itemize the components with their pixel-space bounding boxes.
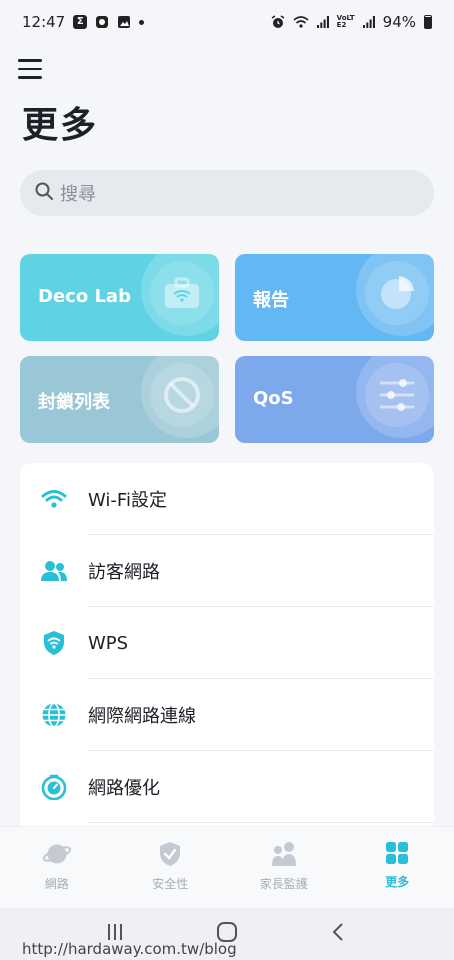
row-icon-wrap	[20, 560, 88, 582]
grid-icon	[386, 842, 409, 864]
card-label: 封鎖列表	[38, 392, 110, 413]
shield-check-icon	[160, 842, 181, 866]
nav-security[interactable]: 安全性	[114, 827, 228, 908]
card-label: QoS	[253, 388, 294, 409]
status-bar: 12:47 Σ VoLTE2 94%	[0, 0, 454, 44]
wifi-status-icon	[293, 15, 309, 29]
divider	[88, 822, 434, 823]
list-item-label: 訪客網路	[88, 562, 160, 583]
nav-parental-control[interactable]: 家長監護	[227, 827, 341, 908]
more-notifications-icon	[139, 19, 145, 25]
card-decoration	[141, 356, 219, 438]
sliders-icon	[379, 379, 415, 411]
gallery-app-icon	[117, 15, 131, 29]
row-icon-wrap	[20, 702, 88, 728]
status-right: VoLTE2 94%	[271, 13, 432, 31]
card-decoration-inner	[365, 261, 429, 325]
battery-icon	[424, 15, 432, 29]
card-label: Deco Lab	[38, 286, 131, 307]
search-icon	[34, 181, 54, 205]
list-item-label: 網路優化	[88, 778, 160, 799]
list-item-label: WPS	[88, 632, 129, 654]
bottom-nav: 網路 安全性 家長監護 更多	[0, 826, 454, 908]
battery-percent: 94%	[382, 13, 416, 31]
nav-label: 網路	[44, 877, 69, 891]
chat-app-icon	[95, 15, 109, 29]
menu-icon[interactable]	[18, 56, 44, 82]
card-label: 報告	[253, 290, 289, 311]
card-decoration	[141, 254, 219, 336]
watermark: http://hardaway.com.tw/blog	[22, 940, 237, 958]
nav-label: 安全性	[152, 877, 189, 891]
card-blocklist[interactable]: 封鎖列表	[20, 356, 219, 443]
signal-icon	[316, 16, 329, 28]
briefcase-icon	[165, 277, 199, 308]
back-icon[interactable]	[329, 922, 349, 946]
list-item-wifi-settings[interactable]: Wi-Fi設定	[20, 463, 434, 535]
settings-list: Wi-Fi設定 訪客網路 WPS 網際網路連線 網路優化	[20, 463, 434, 833]
wps-shield-icon	[44, 631, 64, 655]
search-placeholder: 搜尋	[60, 184, 96, 205]
list-item-label: Wi-Fi設定	[88, 490, 167, 511]
nav-label: 家長監護	[259, 877, 308, 891]
network-type-label: VoLTE2	[336, 14, 355, 29]
family-icon	[271, 842, 296, 866]
card-report[interactable]: 報告	[235, 254, 434, 341]
list-item-network-optimization[interactable]: 網路優化	[20, 751, 434, 823]
sigma-app-icon: Σ	[73, 15, 88, 29]
card-decoration-inner	[150, 261, 214, 325]
row-icon-wrap	[20, 774, 88, 800]
page-title: 更多	[22, 105, 99, 146]
card-decoration	[356, 356, 434, 438]
status-time: 12:47	[22, 13, 66, 31]
list-item-internet-connection[interactable]: 網際網路連線	[20, 679, 434, 751]
card-decoration	[356, 254, 434, 336]
list-item-label: 網際網路連線	[88, 706, 196, 727]
signal-2-icon	[362, 16, 375, 28]
row-icon-wrap	[20, 489, 88, 509]
search-input[interactable]: 搜尋	[20, 170, 434, 216]
list-item-wps[interactable]: WPS	[20, 607, 434, 679]
nav-network[interactable]: 網路	[0, 827, 114, 908]
row-icon-wrap	[20, 630, 88, 656]
globe-icon	[42, 702, 66, 728]
card-qos[interactable]: QoS	[235, 356, 434, 443]
optimize-icon	[41, 774, 67, 800]
planet-icon	[42, 844, 71, 864]
pie-chart-icon	[381, 276, 414, 309]
card-deco-lab[interactable]: Deco Lab	[20, 254, 219, 341]
wifi-icon	[41, 490, 67, 508]
block-icon	[164, 377, 200, 413]
status-left: 12:47 Σ	[22, 13, 145, 31]
card-decoration-inner	[150, 363, 214, 427]
guests-icon	[41, 561, 67, 581]
card-decoration-inner	[365, 363, 429, 427]
list-item-guest-network[interactable]: 訪客網路	[20, 535, 434, 607]
nav-label: 更多	[385, 875, 410, 889]
alarm-icon	[271, 15, 285, 29]
nav-more[interactable]: 更多	[341, 827, 454, 908]
